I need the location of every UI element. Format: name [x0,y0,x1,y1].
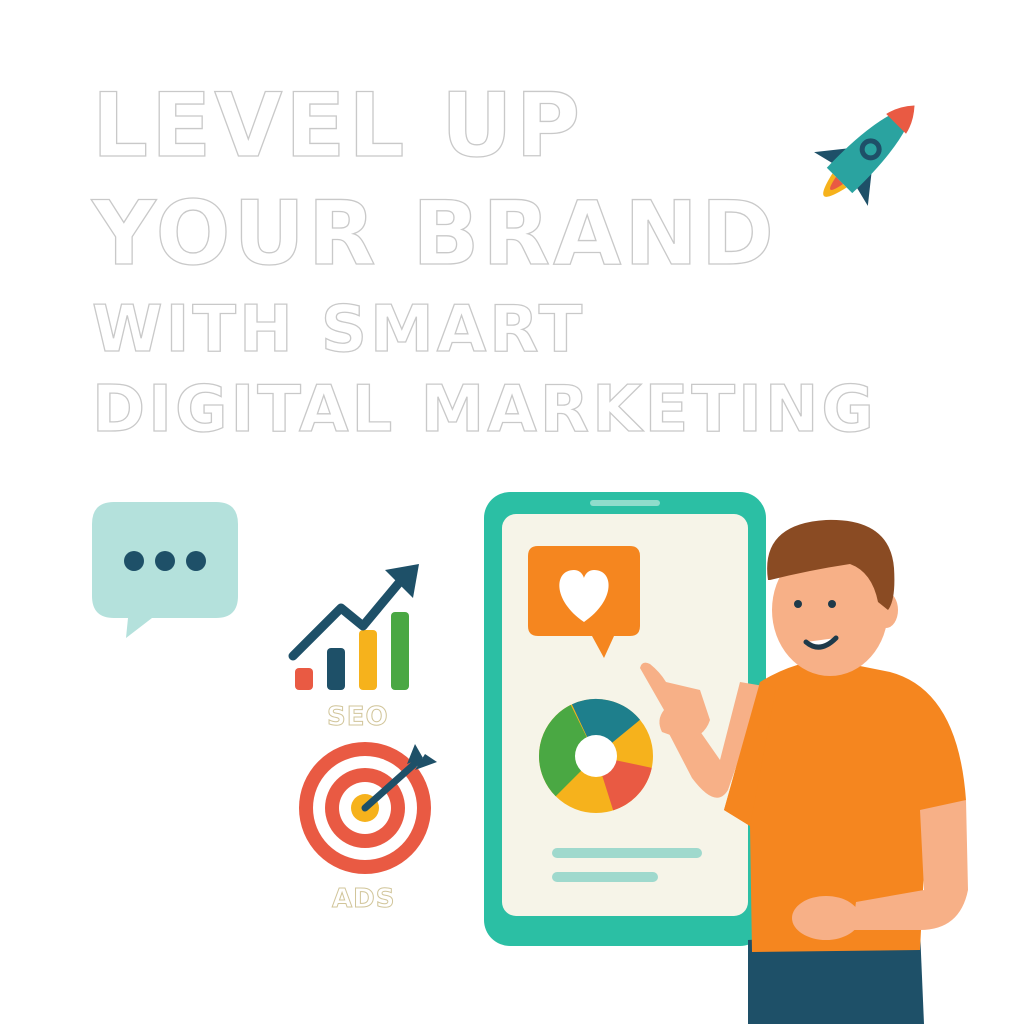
headline-line-3: WITH SMART [91,293,586,367]
headline-line-1: LEVEL UP [91,74,584,177]
seo-label: SEO [327,702,389,733]
headline-line-4: DIGITAL MARKETING [91,373,877,447]
growth-chart-icon [288,564,419,690]
presenter-person-icon [640,519,968,1024]
headline-line-2: YOUR BRAND [91,182,777,285]
rocket-icon [814,105,915,206]
target-icon [299,742,437,874]
ads-label: ADS [331,884,396,915]
headline: LEVEL UP YOUR BRAND WITH SMART DIGITAL M… [91,74,877,458]
chat-bubble-icon [92,502,238,638]
